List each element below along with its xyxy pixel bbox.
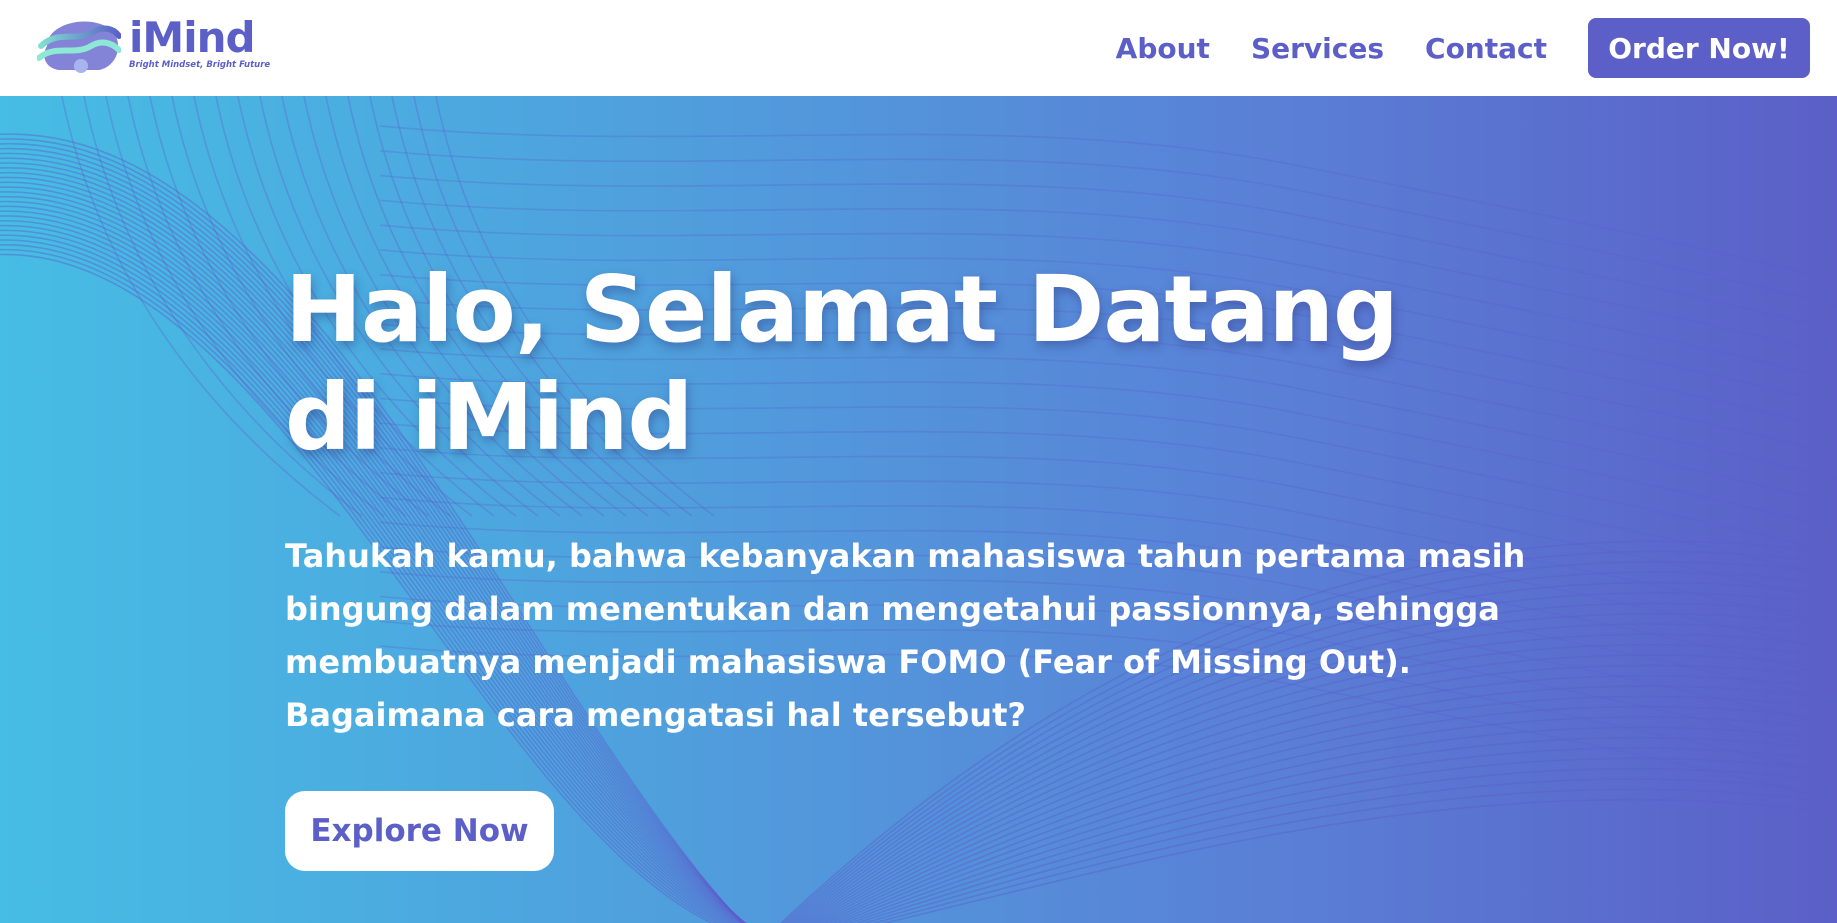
hero-description: Tahukah kamu, bahwa kebanyakan mahasiswa… bbox=[285, 530, 1585, 742]
nav-link-contact[interactable]: Contact bbox=[1425, 32, 1547, 65]
nav-link-services[interactable]: Services bbox=[1251, 32, 1384, 65]
waves-brain-icon bbox=[37, 21, 121, 73]
hero-description-line-3: membuatnya menjadi mahasiswa FOMO (Fear … bbox=[285, 643, 1411, 681]
explore-now-button[interactable]: Explore Now bbox=[285, 791, 554, 871]
hero-title-line-1: Halo, Selamat Datang bbox=[285, 256, 1399, 363]
hero-title: Halo, Selamat Datang di iMind bbox=[285, 256, 1585, 472]
brand-text: iMind Bright Mindset, Bright Future bbox=[129, 13, 271, 71]
brand-tagline: Bright Mindset, Bright Future bbox=[129, 60, 271, 70]
brand-name: iMind bbox=[129, 13, 256, 62]
nav-link-about[interactable]: About bbox=[1116, 32, 1210, 65]
hero-content: Halo, Selamat Datang di iMind Tahukah ka… bbox=[285, 256, 1585, 742]
hero-description-line-2: bingung dalam menentukan dan mengetahui … bbox=[285, 590, 1500, 628]
hero-description-line-1: Tahukah kamu, bahwa kebanyakan mahasiswa… bbox=[285, 537, 1526, 575]
brand-logo-link[interactable]: iMind Bright Mindset, Bright Future bbox=[37, 16, 270, 74]
hero-title-line-2: di iMind bbox=[285, 364, 693, 471]
nav-links: About Services Contact Order Now! bbox=[1116, 0, 1837, 96]
hero-description-line-4: Bagaimana cara mengatasi hal tersebut? bbox=[285, 696, 1026, 734]
order-now-button[interactable]: Order Now! bbox=[1588, 18, 1810, 78]
top-navbar: iMind Bright Mindset, Bright Future Abou… bbox=[0, 0, 1837, 96]
hero-section: Halo, Selamat Datang di iMind Tahukah ka… bbox=[0, 96, 1837, 923]
